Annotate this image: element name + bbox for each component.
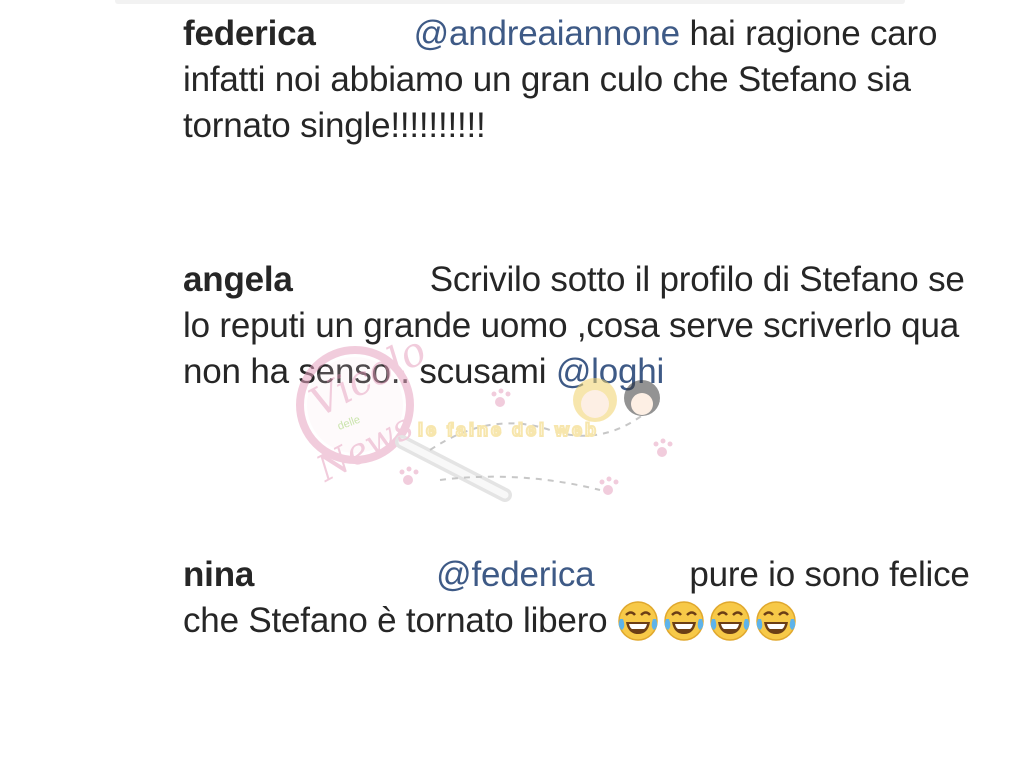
tears-of-joy-emoji-icon bbox=[617, 600, 659, 642]
tears-of-joy-emoji-icon bbox=[755, 600, 797, 642]
comment-1: federica @andreaiannone hai ragione caro … bbox=[183, 11, 973, 149]
comment-username[interactable]: nina bbox=[183, 555, 254, 594]
top-divider bbox=[115, 0, 905, 4]
comment-username[interactable]: angela bbox=[183, 260, 293, 299]
svg-text:le faine del web: le faine del web bbox=[418, 420, 599, 440]
comment-mention[interactable]: @federica bbox=[436, 555, 594, 594]
comment-username[interactable]: federica bbox=[183, 14, 316, 53]
comment-mention[interactable]: @loghi bbox=[556, 352, 664, 391]
svg-text:delle: delle bbox=[336, 414, 362, 433]
comment-3: nina @federica pure io sono felice che Ste… bbox=[183, 552, 973, 646]
svg-text:News: News bbox=[310, 406, 420, 491]
comment-2: angela Scrivilo sotto il profilo di Stefa… bbox=[183, 257, 973, 395]
emoji-row bbox=[617, 600, 801, 646]
tears-of-joy-emoji-icon bbox=[663, 600, 705, 642]
comment-mention[interactable]: @andreaiannone bbox=[414, 14, 680, 53]
tears-of-joy-emoji-icon bbox=[709, 600, 751, 642]
